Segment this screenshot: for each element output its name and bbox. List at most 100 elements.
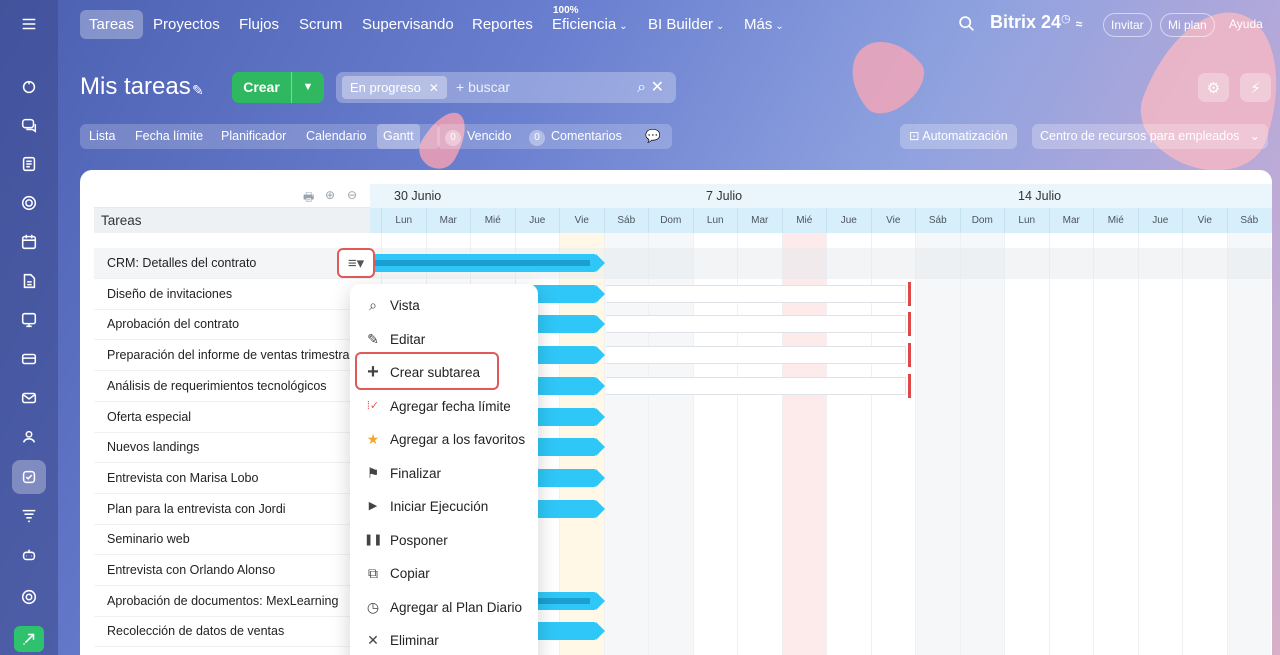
docs-icon[interactable]	[12, 147, 46, 181]
nav-tab-mas[interactable]: Más ⌄	[744, 10, 784, 39]
task-row[interactable]: Recolección de datos de ventas	[94, 616, 370, 648]
task-row[interactable]: Nuevos landings	[94, 432, 370, 464]
chat-icon[interactable]	[12, 108, 46, 142]
task-row[interactable]: Diseño de invitaciones	[94, 279, 370, 310]
deadline-marker[interactable]	[908, 281, 911, 306]
deadline-marker[interactable]	[908, 373, 911, 398]
day-label: Lun	[692, 208, 738, 233]
create-button[interactable]: Crear ▼	[232, 72, 324, 103]
settings-toggle-icon[interactable]: ≈	[1076, 17, 1083, 31]
filter-chip[interactable]: En progreso ✕	[342, 76, 447, 99]
nav-tab-supervisando[interactable]: Supervisando	[362, 10, 454, 39]
pin-icon[interactable]: ✎	[192, 82, 204, 99]
read-all-icon[interactable]: 💬	[645, 124, 661, 149]
tab-lista[interactable]: Lista	[89, 124, 115, 149]
nav-tab-bi-builder[interactable]: BI Builder ⌄	[648, 10, 724, 39]
calendar-icon[interactable]	[12, 225, 46, 259]
task-tree: 🖶 ⊕ ⊖ Tareas CRM: Detalles del contrato D…	[94, 184, 370, 648]
search-icon[interactable]	[958, 15, 975, 35]
print-icon[interactable]: 🖶	[303, 188, 314, 209]
chevron-down-icon[interactable]: ▼	[292, 72, 324, 103]
overdue-counter[interactable]: 0 Vencido	[445, 124, 511, 149]
task-row[interactable]: Entrevista con Marisa Lobo	[94, 463, 370, 494]
menu-icon[interactable]	[12, 7, 46, 41]
feed-icon[interactable]	[12, 70, 46, 104]
zoom-out-icon[interactable]: ⊖	[347, 188, 357, 202]
users-icon[interactable]	[12, 420, 46, 454]
funnel-icon[interactable]	[12, 499, 46, 533]
nav-tab-reportes[interactable]: Reportes	[472, 10, 533, 39]
row-menu-button[interactable]: ≡▾	[337, 248, 375, 278]
file-icon[interactable]	[12, 264, 46, 298]
day-label: Jue	[826, 208, 871, 233]
menu-item-agregar-fecha-límite[interactable]: ⁞✓ Agregar fecha límite	[350, 390, 538, 423]
menu-item-label: Vista	[390, 298, 420, 313]
comments-count: 0	[529, 130, 545, 146]
my-plan-button[interactable]: Mi plan	[1160, 13, 1215, 37]
mail-icon[interactable]	[12, 381, 46, 415]
menu-item-eliminar[interactable]: ✕ Eliminar	[350, 624, 538, 655]
menu-item-iniciar-ejecución[interactable]: ▶ Iniciar Ejecución	[350, 490, 538, 523]
menu-item-finalizar[interactable]: ⚑ Finalizar	[350, 457, 538, 490]
resource-center-button[interactable]: Centro de recursos para empleados ⌄	[1032, 124, 1268, 149]
task-row[interactable]: Aprobación del contrato	[94, 309, 370, 341]
tab-fecha-limite[interactable]: Fecha límite	[135, 124, 203, 149]
day-label: Mié	[1093, 208, 1138, 233]
tab-calendario[interactable]: Calendario	[306, 124, 366, 149]
nav-tab-proyectos[interactable]: Proyectos	[153, 10, 220, 39]
card-icon[interactable]	[12, 342, 46, 376]
robot-icon[interactable]	[12, 538, 46, 572]
task-row[interactable]: Análisis de requerimientos tecnológicos	[94, 371, 370, 402]
deadline-marker[interactable]	[908, 312, 911, 337]
top-navigation: Tareas Proyectos Flujos Scrum Supervisan…	[58, 0, 1280, 50]
filter-actions: ⌕ ✕	[637, 77, 664, 97]
rocket-icon[interactable]	[14, 626, 44, 652]
task-row[interactable]: Plan para la entrevista con Jordi	[94, 494, 370, 525]
close-icon[interactable]: ✕	[429, 81, 439, 95]
task-row[interactable]: Oferta especial	[94, 402, 370, 433]
gear-icon[interactable]: ⚙	[1198, 73, 1229, 102]
deadline-range	[606, 284, 906, 303]
board-icon[interactable]	[12, 303, 46, 337]
menu-item-agregar-a-los-favoritos[interactable]: ★ Agregar a los favoritos	[350, 423, 538, 456]
gantt-day-column	[1004, 233, 1049, 655]
lightning-icon[interactable]: ⚡	[1240, 73, 1271, 102]
menu-item-copiar[interactable]: ⧉ Copiar	[350, 557, 538, 590]
nav-tab-tareas[interactable]: Tareas	[80, 10, 144, 39]
week-header: 30 Junio 7 Julio 14 Julio	[370, 184, 1272, 208]
task-row[interactable]: CRM: Detalles del contrato	[94, 248, 370, 279]
task-bar[interactable]	[370, 254, 605, 272]
tab-gantt[interactable]: Gantt	[377, 124, 420, 149]
deadline-range	[606, 346, 906, 365]
week-label: 14 Julio	[1018, 189, 1062, 203]
task-row[interactable]: Aprobación de documentos: MexLearning	[94, 586, 370, 617]
task-row[interactable]: Seminario web	[94, 524, 370, 556]
menu-item-editar[interactable]: ✎ Editar	[350, 323, 538, 356]
menu-item-agregar-al-plan-diario[interactable]: ◷ Agregar al Plan Diario	[350, 591, 538, 624]
deadline-marker[interactable]	[908, 343, 911, 368]
nav-tab-scrum[interactable]: Scrum	[299, 10, 342, 39]
chevron-down-icon: ⌄	[619, 21, 628, 32]
create-label[interactable]: Crear	[232, 72, 292, 103]
tab-planificador[interactable]: Planificador	[221, 124, 286, 149]
search-icon[interactable]: ⌕	[637, 79, 646, 96]
menu-item-vista[interactable]: ⌕ Vista	[350, 289, 538, 322]
tasks-icon[interactable]	[12, 460, 46, 494]
help-button[interactable]: Ayuda	[1222, 13, 1270, 37]
zoom-in-icon[interactable]: ⊕	[325, 188, 335, 202]
target-icon[interactable]	[12, 186, 46, 220]
nav-tab-eficiencia[interactable]: Eficiencia ⌄	[552, 10, 628, 39]
menu-item-posponer[interactable]: ❚❚ Posponer	[350, 524, 538, 557]
invite-button[interactable]: Invitar	[1103, 13, 1152, 37]
search-input[interactable]: + buscar	[456, 79, 510, 95]
task-row[interactable]: Preparación del informe de ventas trimes…	[94, 340, 370, 372]
comments-counter[interactable]: 0 Comentarios	[529, 124, 622, 149]
menu-item-label: Finalizar	[390, 465, 442, 481]
settings-icon[interactable]	[12, 580, 46, 614]
chevron-down-icon: ⌄	[775, 21, 784, 32]
filter-search-box[interactable]: En progreso ✕ + buscar ⌕ ✕	[336, 72, 676, 103]
automation-button[interactable]: ⊡ Automatización	[900, 124, 1017, 149]
nav-tab-flujos[interactable]: Flujos	[239, 10, 279, 39]
task-row[interactable]: Entrevista con Orlando Alonso	[94, 555, 370, 586]
close-icon[interactable]: ✕	[651, 79, 664, 96]
